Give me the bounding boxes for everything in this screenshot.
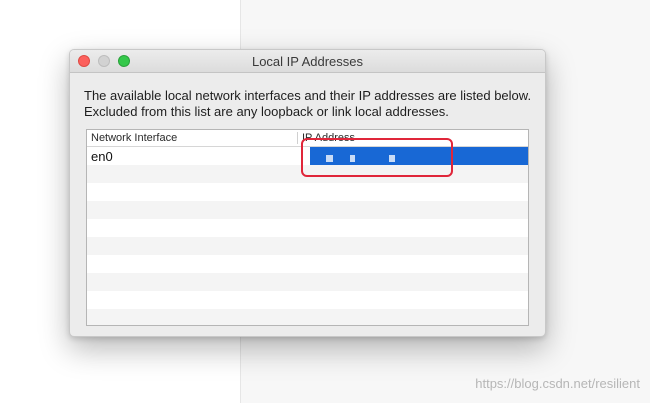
watermark-text: https://blog.csdn.net/resilient	[475, 376, 640, 391]
table-row	[87, 255, 528, 273]
annotation-highlight-box	[301, 138, 453, 177]
table-row	[87, 219, 528, 237]
table-row	[87, 273, 528, 291]
table-row	[87, 183, 528, 201]
title-bar[interactable]: Local IP Addresses	[70, 50, 545, 73]
table-row	[87, 309, 528, 325]
column-header-network-interface[interactable]: Network Interface	[91, 132, 177, 144]
local-ip-dialog: Local IP Addresses The available local n…	[69, 49, 546, 337]
interface-cell[interactable]: en0	[91, 149, 113, 164]
table-row	[87, 201, 528, 219]
table-row	[87, 237, 528, 255]
table-row	[87, 291, 528, 309]
description-text: The available local network interfaces a…	[84, 88, 532, 119]
window-title: Local IP Addresses	[251, 54, 364, 69]
column-divider[interactable]	[297, 132, 298, 144]
